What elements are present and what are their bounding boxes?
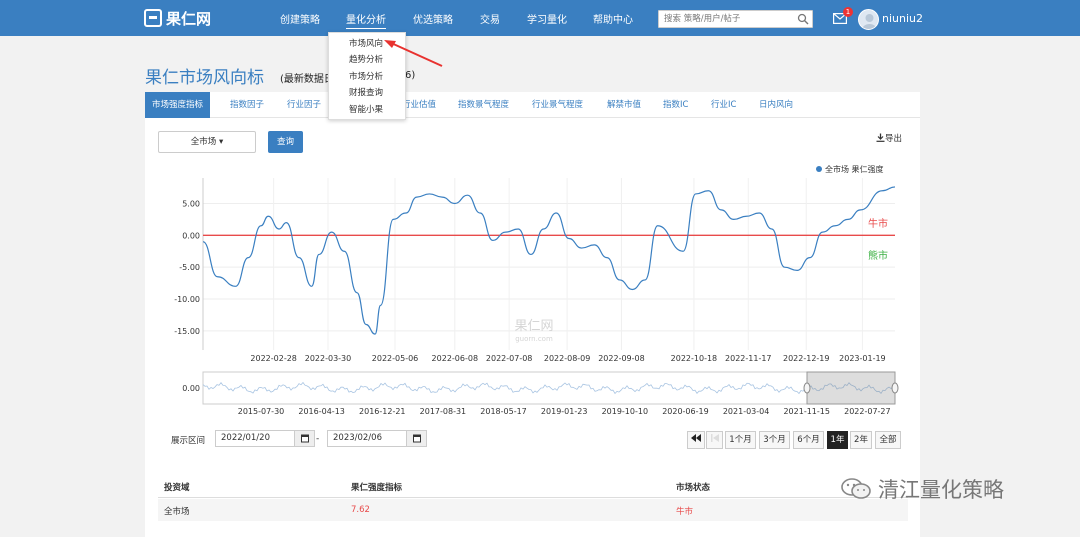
watermark-text: 清江量化策略 xyxy=(878,478,1004,502)
page-subtitle: (最新数据日 xyxy=(280,74,334,85)
nav-item-quant-analysis[interactable]: 量化分析 xyxy=(346,11,386,29)
date-from-input[interactable]: 2022/01/20 xyxy=(215,430,315,447)
navigator-left-handle xyxy=(803,382,811,394)
bear-market-label: 熊市 xyxy=(868,249,888,262)
legend-label: 全市场 果仁强度 xyxy=(825,164,884,174)
bull-market-label: 牛市 xyxy=(868,217,888,230)
wechat-watermark: 清江量化策略 xyxy=(840,474,1004,504)
menu-item-smart-assistant[interactable]: 智能小果 xyxy=(349,103,383,115)
nav-item-create-strategy[interactable]: 创建策略 xyxy=(280,11,320,26)
logo-icon xyxy=(144,9,162,27)
menu-item-financial-query[interactable]: 财报查询 xyxy=(349,86,383,98)
zoom-all-button[interactable]: 全部 xyxy=(875,431,901,449)
navigator-selection xyxy=(806,371,896,405)
search-input[interactable] xyxy=(659,11,794,27)
navigator-x-label: 2015-07-30 xyxy=(238,407,285,416)
navigator-x-label: 2018-05-17 xyxy=(480,407,527,416)
y-tick-label: 0.00 xyxy=(182,231,200,240)
navigator-x-label: 2021-03-04 xyxy=(723,407,770,416)
x-tick-label: 2022-05-06 xyxy=(372,354,419,363)
date-to-value: 2023/02/06 xyxy=(333,433,382,443)
x-tick-label: 2022-09-08 xyxy=(598,354,645,363)
avatar[interactable] xyxy=(858,9,879,30)
navigator-x-label: 2021-11-15 xyxy=(783,407,830,416)
navigator-x-label: 2017-08-31 xyxy=(420,407,467,416)
rewind-icon xyxy=(691,434,701,442)
annotation-arrow-icon xyxy=(384,40,443,67)
header-universe: 投资域 xyxy=(164,483,190,493)
x-tick-label: 2022-10-18 xyxy=(671,354,718,363)
range-dash: - xyxy=(316,434,320,444)
avatar-icon xyxy=(862,14,877,29)
y-tick-label: -15.00 xyxy=(174,327,200,336)
header-market-state: 市场状态 xyxy=(676,483,711,493)
site-logo[interactable]: 果仁网 xyxy=(144,8,211,28)
nav-item-learn[interactable]: 学习量化 xyxy=(527,11,567,26)
zoom-6m-button[interactable]: 6个月 xyxy=(793,431,824,449)
x-tick-label: 2022-03-30 xyxy=(305,354,352,363)
page-title: 果仁市场风向标 xyxy=(145,68,264,88)
navigator-x-label: 2022-07-27 xyxy=(844,407,891,416)
date-from-value: 2022/01/20 xyxy=(221,433,270,443)
menu-item-market-direction[interactable]: 市场风向 xyxy=(349,37,383,49)
x-tick-label: 2022-02-28 xyxy=(250,354,297,363)
main-panel: 市场强度指标 指数因子 行业因子 行业估值 指数景气程度 行业景气程度 解禁市值… xyxy=(145,92,920,537)
y-tick-label: -10.00 xyxy=(174,295,200,304)
zoom-1y-button[interactable]: 1年 xyxy=(827,431,848,449)
navigator-x-label: 2016-04-13 xyxy=(298,407,345,416)
navigator-y-label: 0.00 xyxy=(182,384,200,393)
y-tick-label: 5.00 xyxy=(182,199,200,208)
x-tick-label: 2022-12-19 xyxy=(783,354,830,363)
legend-marker xyxy=(816,166,822,172)
y-tick-label: -5.00 xyxy=(179,263,200,272)
header-strength: 果仁强度指标 xyxy=(351,483,403,493)
search-box xyxy=(658,10,813,28)
wechat-icon xyxy=(841,478,871,499)
navigator-x-label: 2020-06-19 xyxy=(662,407,709,416)
row-market-state: 牛市 xyxy=(676,507,694,517)
nav-prev-button[interactable] xyxy=(706,431,723,449)
nav-item-top-strategies[interactable]: 优选策略 xyxy=(413,11,453,26)
nav-first-button[interactable] xyxy=(687,431,705,449)
zoom-2y-button[interactable]: 2年 xyxy=(850,431,872,449)
x-tick-label: 2023-01-19 xyxy=(839,354,886,363)
nav-item-help[interactable]: 帮助中心 xyxy=(593,11,633,26)
date-to-input[interactable]: 2023/02/06 xyxy=(327,430,427,447)
top-navbar: 果仁网 创建策略 量化分析 优选策略 交易 学习量化 帮助中心 1 niuniu… xyxy=(0,0,1080,36)
x-tick-label: 2022-06-08 xyxy=(432,354,479,363)
navigator-right-handle xyxy=(891,382,899,394)
username[interactable]: niuniu2 xyxy=(882,12,923,25)
x-tick-label: 2022-08-09 xyxy=(544,354,591,363)
page-subtitle-tail: 6) xyxy=(405,70,416,81)
menu-item-trend-analysis[interactable]: 趋势分析 xyxy=(349,53,383,65)
menu-item-market-analysis[interactable]: 市场分析 xyxy=(349,70,383,82)
x-tick-label: 2022-11-17 xyxy=(725,354,772,363)
series-line xyxy=(202,186,896,335)
logo-text: 果仁网 xyxy=(166,9,212,28)
chart-watermark: 果仁网 xyxy=(514,319,553,334)
market-strength-chart: 5.00 0.00 -5.00 -10.00 -15.00 2022-02-28 2022-… xyxy=(174,164,899,416)
search-icon[interactable] xyxy=(797,13,809,25)
calendar-icon[interactable] xyxy=(406,431,426,446)
navigator-x-label: 2019-01-23 xyxy=(541,407,588,416)
navigator-x-label: 2016-12-21 xyxy=(359,407,406,416)
notification-badge: 1 xyxy=(843,7,853,17)
navigator-x-label: 2019-10-10 xyxy=(602,407,649,416)
row-universe: 全市场 xyxy=(164,507,190,517)
x-tick-label: 2022-07-08 xyxy=(486,354,533,363)
range-label: 展示区间 xyxy=(171,436,206,446)
nav-item-trade[interactable]: 交易 xyxy=(480,11,500,26)
table-header: 投资域 果仁强度指标 市场状态 xyxy=(158,475,908,498)
row-strength: 7.62 xyxy=(351,505,370,515)
calendar-icon[interactable] xyxy=(294,431,314,446)
chart-watermark-sub: guorn.com xyxy=(515,335,553,343)
zoom-1m-button[interactable]: 1个月 xyxy=(725,431,756,449)
zoom-3m-button[interactable]: 3个月 xyxy=(759,431,790,449)
step-back-icon xyxy=(710,434,719,442)
table-row: 全市场 7.62 牛市 xyxy=(158,499,908,521)
